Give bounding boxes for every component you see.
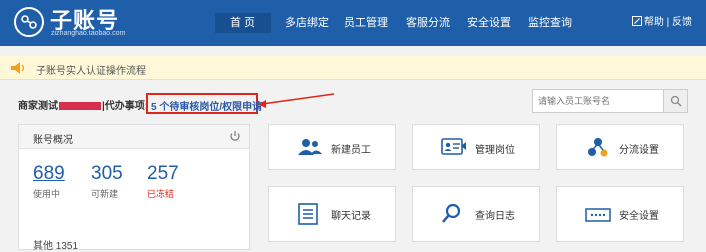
users-icon bbox=[298, 139, 322, 155]
tile-security-settings[interactable]: 安全设置 bbox=[556, 186, 684, 242]
nav-security-settings[interactable]: 安全设置 bbox=[467, 14, 511, 32]
id-card-icon bbox=[441, 138, 466, 155]
speaker-icon bbox=[11, 62, 25, 74]
stat-available-value: 305 bbox=[91, 163, 123, 184]
nav-home[interactable]: 首 页 bbox=[230, 14, 255, 32]
employee-search-box bbox=[532, 89, 688, 113]
help-feedback-label: 帮助 | 反馈 bbox=[643, 17, 692, 28]
tile-manage-positions[interactable]: 管理岗位 bbox=[412, 124, 540, 170]
notice-link[interactable]: 子账号实人认证操作流程 bbox=[36, 62, 146, 77]
tile-label: 新建员工 bbox=[331, 145, 371, 156]
help-feedback-link[interactable]: 帮助 | 反馈 bbox=[631, 14, 692, 32]
nav-customer-service-routing[interactable]: 客服分流 bbox=[406, 14, 450, 32]
tile-new-employee[interactable]: 新建员工 bbox=[268, 124, 396, 170]
edit-icon bbox=[631, 16, 642, 26]
tile-query-logs[interactable]: 查询日志 bbox=[412, 186, 540, 242]
stat-available: 305 可新建 bbox=[91, 163, 123, 200]
top-navigation-bar: 子账号 zizhanghao.taobao.com 首 页 多店绑定 员工管理 … bbox=[0, 0, 706, 46]
search-button[interactable] bbox=[663, 90, 687, 112]
search-icon bbox=[670, 95, 682, 107]
tile-label: 分流设置 bbox=[619, 145, 659, 156]
password-icon bbox=[585, 208, 611, 222]
stat-in-use-label: 使用中 bbox=[33, 189, 61, 199]
nav-monitoring-query[interactable]: 监控查询 bbox=[528, 14, 572, 32]
tile-label: 聊天记录 bbox=[331, 211, 371, 222]
account-overview-panel: 账号概况 689 使用中 305 可新建 257 已冻结 其他 1351 bbox=[18, 124, 250, 252]
stat-in-use[interactable]: 689 使用中 bbox=[33, 163, 65, 200]
power-icon[interactable] bbox=[229, 130, 241, 142]
tile-label: 安全设置 bbox=[619, 211, 659, 222]
tile-label: 管理岗位 bbox=[475, 145, 515, 156]
tile-chat-records[interactable]: 聊天记录 bbox=[268, 186, 396, 242]
tile-routing-settings[interactable]: 分流设置 bbox=[556, 124, 684, 170]
stat-frozen-value: 257 bbox=[147, 163, 179, 184]
panel-title: 账号概况 bbox=[33, 135, 73, 146]
employee-search-input[interactable] bbox=[533, 90, 661, 112]
document-icon bbox=[298, 203, 318, 225]
stat-frozen: 257 已冻结 bbox=[147, 163, 179, 200]
notice-bar: 子账号实人认证操作流程 bbox=[0, 56, 706, 80]
panel-header: 账号概况 bbox=[19, 125, 249, 149]
stat-available-label: 可新建 bbox=[91, 189, 119, 199]
tile-label: 查询日志 bbox=[475, 211, 515, 222]
nav-employee-management[interactable]: 员工管理 bbox=[344, 14, 388, 32]
search-icon bbox=[442, 203, 461, 223]
stat-frozen-label: 已冻结 bbox=[147, 189, 175, 199]
pending-approvals-link[interactable]: 5 个待审核岗位/权限申请 bbox=[151, 98, 262, 113]
nav-multi-store-binding[interactable]: 多店绑定 bbox=[285, 14, 329, 32]
annotation-arrow-icon bbox=[258, 93, 335, 108]
flow-icon bbox=[588, 138, 608, 157]
redacted-store-name bbox=[59, 102, 101, 111]
stat-in-use-value[interactable]: 689 bbox=[33, 163, 65, 185]
pending-label: 商家测试 |代办事项: bbox=[18, 101, 149, 112]
